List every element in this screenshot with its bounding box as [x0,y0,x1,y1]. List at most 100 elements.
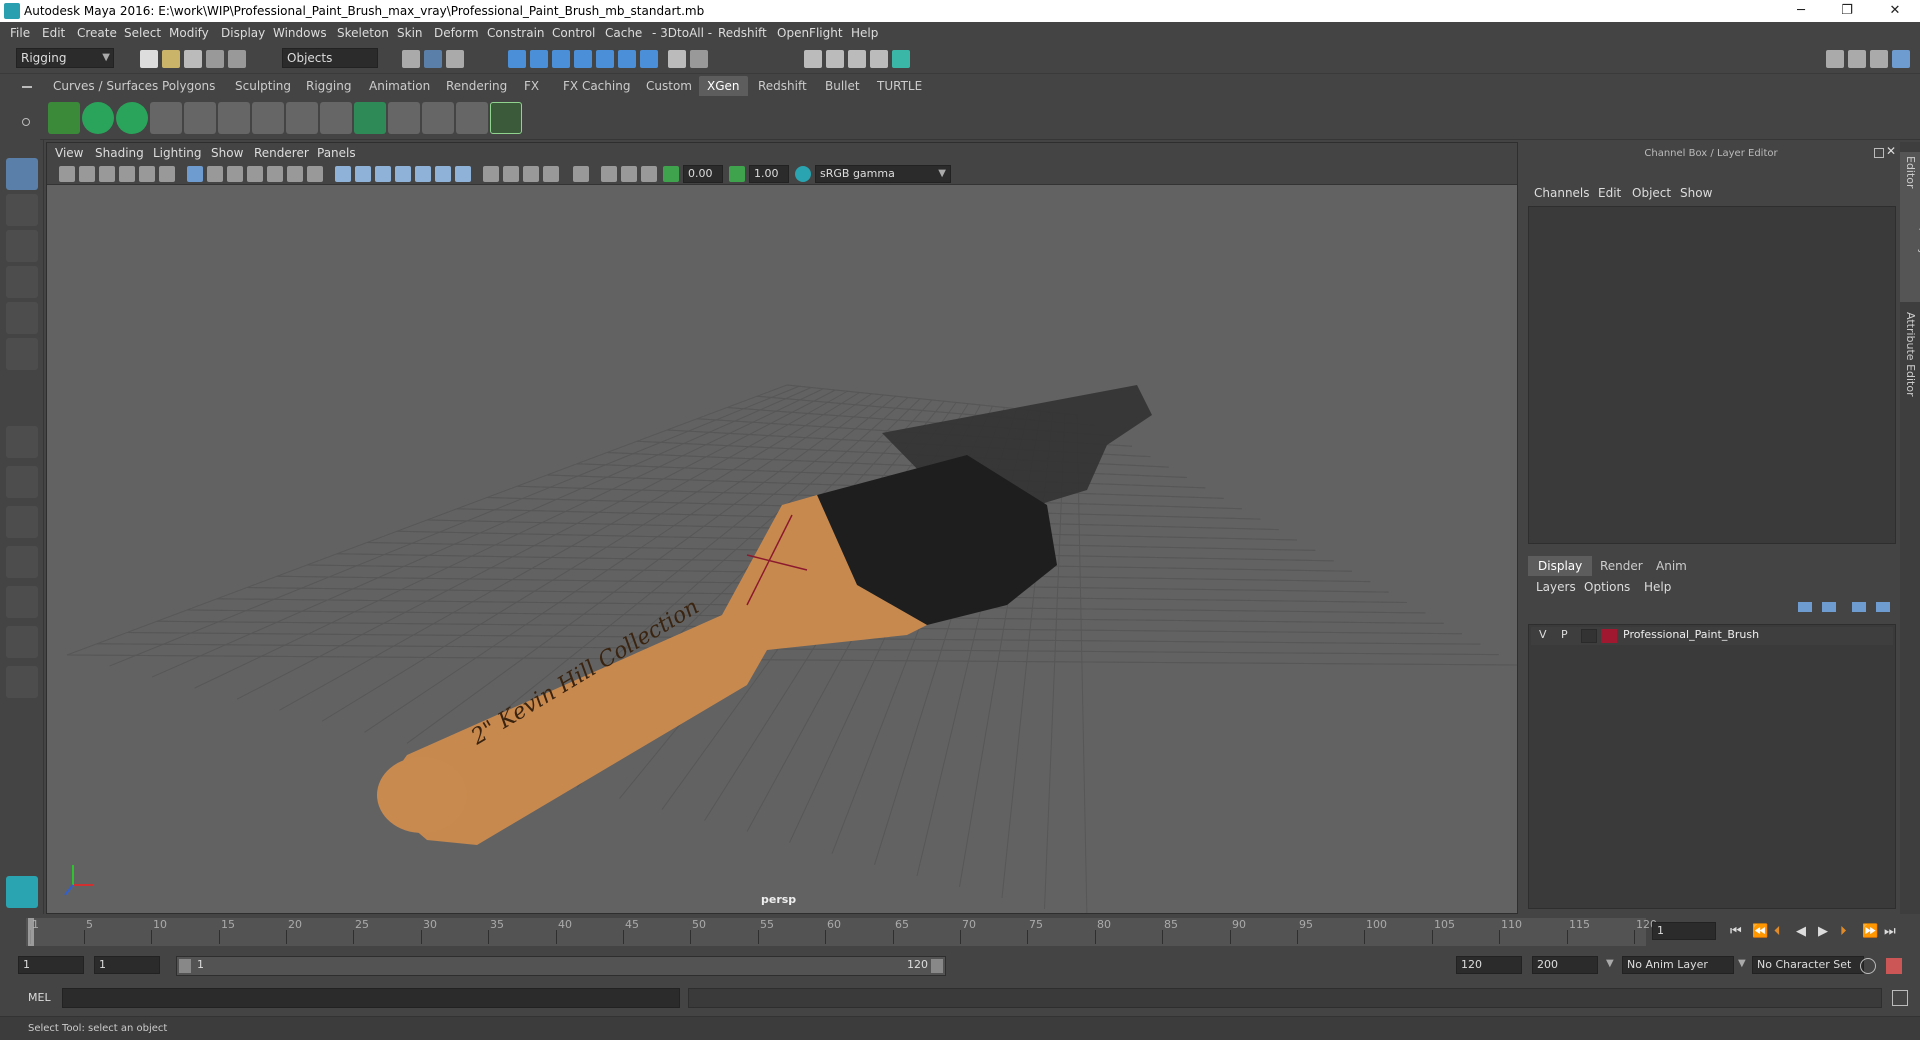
menu-3dtoall[interactable]: - 3DtoAll - [652,26,712,40]
lock-icon[interactable] [668,50,686,68]
add-guide-icon[interactable] [150,102,182,134]
layer-visibility-toggle[interactable]: V [1539,628,1547,641]
xgen-description-icon[interactable] [116,102,148,134]
persp-graph-icon[interactable] [6,586,38,618]
grease-pencil-icon[interactable] [159,166,175,182]
menu-help[interactable]: Help [851,26,878,40]
cb-menu-show[interactable]: Show [1680,186,1712,200]
menu-deform[interactable]: Deform [434,26,479,40]
move-layer-down-icon[interactable] [1822,602,1836,612]
animation-start-field[interactable]: 1 [18,956,84,974]
vp-menu-lighting[interactable]: Lighting [153,146,202,160]
safe-title-icon[interactable] [307,166,323,182]
xray-icon[interactable] [395,166,411,182]
scale-tool-icon[interactable] [6,338,38,370]
chevron-down-icon[interactable]: ▼ [1606,958,1614,969]
groom-icon[interactable] [388,102,420,134]
layer-display-type[interactable] [1581,629,1597,643]
side-tab-channel-box[interactable]: Channel Box / Layer Editor [1900,152,1920,302]
exposure-icon[interactable] [663,166,679,182]
range-end-handle[interactable] [931,959,943,973]
snap-plane-icon[interactable] [618,50,636,68]
tool-settings-icon[interactable] [1870,50,1888,68]
menu-file[interactable]: File [10,26,30,40]
gamma-icon[interactable] [729,166,745,182]
menu-create[interactable]: Create [77,26,117,40]
tab-curves-surfaces[interactable]: Curves / Surfaces [45,76,166,96]
history-icon[interactable] [690,50,708,68]
chevron-down-icon[interactable]: ▼ [1738,958,1746,969]
camera-attr-icon[interactable] [79,166,95,182]
command-input[interactable] [62,988,680,1008]
render-frame-icon[interactable] [826,50,844,68]
open-scene-icon[interactable] [162,50,180,68]
move-tool-icon[interactable] [6,266,38,298]
preferences-icon[interactable] [1886,958,1902,974]
channel-box-icon[interactable] [1892,50,1910,68]
tab-custom[interactable]: Custom [638,76,700,96]
minimize-button[interactable]: ─ [1778,0,1824,22]
step-back-key-icon[interactable]: ⏴ [1774,924,1781,939]
cb-menu-object[interactable]: Object [1632,186,1671,200]
flatten-icon[interactable] [456,102,488,134]
render-view-icon[interactable] [804,50,822,68]
tab-xgen[interactable]: XGen [699,76,748,96]
layer-tab-display[interactable]: Display [1528,556,1593,576]
tab-redshift[interactable]: Redshift [750,76,815,96]
cb-menu-edit[interactable]: Edit [1598,186,1621,200]
length-guide-icon[interactable] [218,102,250,134]
shelf-gear-icon[interactable] [22,118,30,126]
persp-hypershade-icon[interactable] [6,626,38,658]
tab-animation[interactable]: Animation [361,76,438,96]
select-component-icon[interactable] [446,50,464,68]
shelf-menu-icon[interactable] [22,86,32,88]
side-tab-attribute-editor[interactable]: Attribute Editor [1900,308,1920,398]
input-ops-icon[interactable] [640,50,658,68]
undo-icon[interactable] [206,50,224,68]
viewport-panel[interactable]: View Shading Lighting Show Renderer Pane… [46,142,1518,914]
field-chart-icon[interactable] [267,166,283,182]
redo-icon[interactable] [228,50,246,68]
tab-fx-caching[interactable]: FX Caching [555,76,638,96]
tab-fx[interactable]: FX [516,76,547,96]
step-forward-icon[interactable]: ⏩ [1862,924,1878,939]
xgen-delete-icon[interactable] [490,102,522,134]
new-layer-icon[interactable] [1852,602,1866,612]
color-management-icon[interactable] [795,166,811,182]
vp-menu-shading[interactable]: Shading [95,146,144,160]
menu-modify[interactable]: Modify [169,26,209,40]
single-view-icon[interactable] [6,426,38,458]
playback-end-field[interactable]: 120 [1456,956,1522,974]
ipr-render-icon[interactable] [848,50,866,68]
menu-skeleton[interactable]: Skeleton [337,26,389,40]
layer-tab-anim[interactable]: Anim [1646,556,1697,576]
select-tool-icon[interactable] [6,158,38,190]
new-scene-icon[interactable] [140,50,158,68]
view-transform-dropdown[interactable]: sRGB gamma ▼ [815,165,951,183]
layer-color-swatch[interactable] [1601,629,1617,643]
step-forward-key-icon[interactable]: ⏵ [1840,924,1847,939]
gamma-field[interactable]: 1.00 [749,165,789,183]
close-button[interactable]: ✕ [1872,0,1918,22]
command-language-label[interactable]: MEL [28,991,51,1004]
image-plane-icon[interactable] [119,166,135,182]
guide-to-curve-icon[interactable] [320,102,352,134]
animation-end-field[interactable]: 200 [1532,956,1598,974]
tab-polygons[interactable]: Polygons [154,76,223,96]
paint-brush-model[interactable]: 2" Kevin Hill Collection [377,385,1152,845]
play-forward-icon[interactable]: ▶ [1818,924,1828,939]
tab-turtle[interactable]: TURTLE [869,76,930,96]
camera-icon[interactable] [59,166,75,182]
hair-icon[interactable] [422,102,454,134]
anim-layer-dropdown[interactable]: No Anim Layer [1622,956,1734,974]
menu-edit[interactable]: Edit [42,26,65,40]
bookmark-icon[interactable] [99,166,115,182]
save-scene-icon[interactable] [184,50,202,68]
xgen-editor-icon[interactable] [48,102,80,134]
script-editor-icon[interactable] [1892,990,1908,1006]
attribute-editor-icon[interactable] [1848,50,1866,68]
modeling-toolkit-icon[interactable] [1826,50,1844,68]
close-panel-icon[interactable]: ✕ [1886,144,1896,158]
sculpt-guide-icon[interactable] [252,102,284,134]
motion-blur-icon[interactable] [503,166,519,182]
